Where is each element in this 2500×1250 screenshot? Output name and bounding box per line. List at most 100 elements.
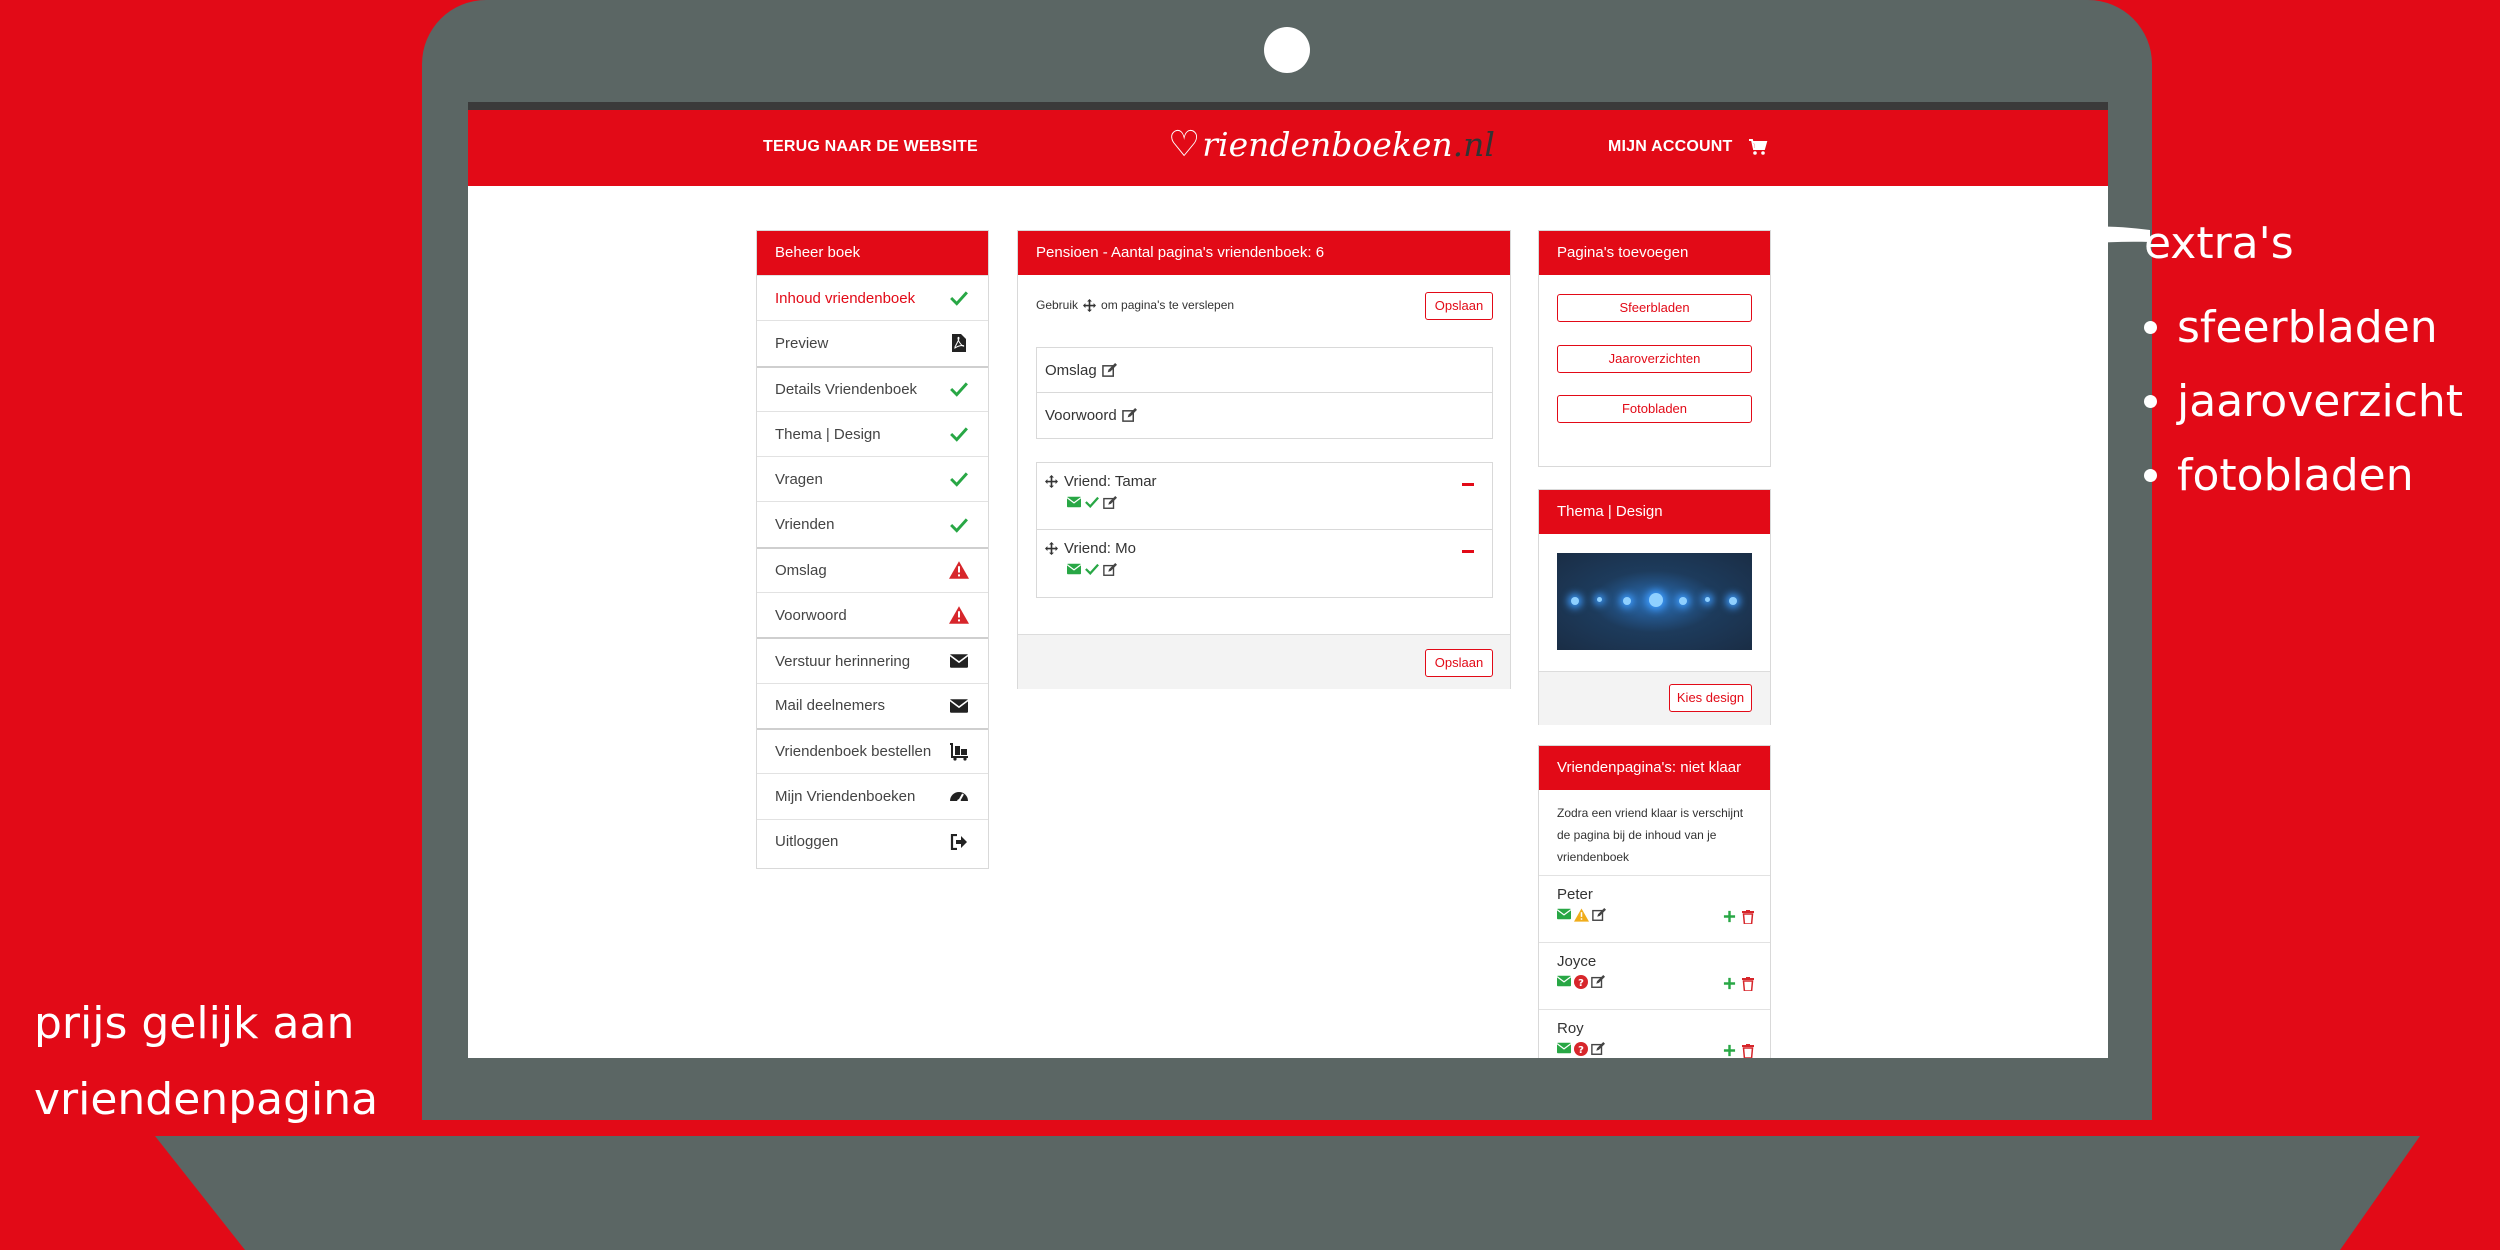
price-note: prijs gelijk aan vriendenpagina (34, 986, 378, 1138)
fixed-pages-list: Omslag Voorwoord (1036, 347, 1493, 439)
trash-icon[interactable] (1742, 977, 1754, 991)
friends-note: Zodra een vriend klaar is verschijnt de … (1539, 790, 1770, 876)
sparkle (1679, 597, 1687, 605)
add-icon[interactable] (1723, 910, 1736, 923)
menu-item-vriendenboek-bestellen[interactable]: Vriendenboek bestellen (757, 727, 988, 773)
edit-icon[interactable] (1591, 975, 1605, 989)
add-icon[interactable] (1723, 977, 1736, 990)
edit-icon[interactable] (1103, 496, 1117, 510)
friend-row-joyce: Joyce ? (1539, 943, 1770, 1010)
extras-item-label: jaaroverzicht (2177, 375, 2464, 427)
friend-pages-list: Vriend: Tamar Vriend: Mo (1036, 462, 1493, 598)
page-label: Omslag (1045, 361, 1097, 379)
trash-icon[interactable] (1742, 1044, 1754, 1058)
friend-page-label: Vriend: Mo (1064, 540, 1136, 557)
sparkle (1649, 593, 1663, 607)
luggage-cart-icon (948, 741, 970, 763)
extras-item: sfeerbladen (2144, 290, 2463, 364)
menu-item-details-vriendenboek[interactable]: Details Vriendenboek (757, 365, 988, 411)
friend-row-peter: Peter (1539, 876, 1770, 943)
friend-name: Joyce (1557, 953, 1597, 970)
save-button-bottom[interactable]: Opslaan (1425, 649, 1493, 677)
menu-title: Beheer boek (757, 231, 988, 275)
webcam (1264, 27, 1310, 73)
page-label: Voorwoord (1045, 407, 1117, 424)
menu-item-label: Verstuur herinnering (775, 652, 911, 670)
choose-design-button[interactable]: Kies design (1669, 684, 1752, 712)
site-logo[interactable]: ♡ riendenboeken .nl (1168, 124, 1495, 165)
edit-icon[interactable] (1591, 1042, 1605, 1056)
edit-icon[interactable] (1121, 408, 1137, 423)
sparkle (1597, 597, 1602, 602)
arrow-graphic (1780, 215, 2150, 340)
remove-page-icon[interactable] (1462, 550, 1474, 553)
menu-item-omslag[interactable]: Omslag (757, 546, 988, 592)
menu-item-inhoud-vriendenboek[interactable]: Inhoud vriendenboek (757, 275, 988, 320)
cart-icon[interactable] (1748, 137, 1768, 157)
edit-icon[interactable] (1101, 362, 1117, 378)
remove-page-icon[interactable] (1462, 483, 1474, 486)
envelope-icon (948, 650, 970, 672)
price-note-line-2: vriendenpagina (34, 1074, 379, 1125)
extras-item: fotobladen (2144, 438, 2463, 512)
menu-item-voorwoord[interactable]: Voorwoord (757, 592, 988, 637)
menu-item-verstuur-herinnering[interactable]: Verstuur herinnering (757, 637, 988, 682)
menu-item-uitloggen[interactable]: Uitloggen (757, 818, 988, 864)
envelope-icon (1557, 1042, 1571, 1054)
drag-hint-after: om pagina's te verslepen (1101, 298, 1235, 312)
menu-item-label: Inhoud vriendenboek (775, 289, 916, 307)
move-icon[interactable] (1045, 475, 1058, 488)
extras-list: sfeerbladen jaaroverzicht fotobladen (2144, 290, 2463, 512)
add-pages-panel: Pagina's toevoegen Sfeerbladen Jaaroverz… (1538, 230, 1771, 467)
svg-text:?: ? (1578, 1045, 1584, 1056)
extras-item: jaaroverzicht (2144, 364, 2463, 438)
bullet-icon (2144, 468, 2157, 482)
menu-item-thema-design[interactable]: Thema | Design (757, 410, 988, 456)
envelope-icon (1067, 496, 1081, 508)
theme-title: Thema | Design (1539, 490, 1770, 534)
theme-footer: Kies design (1539, 671, 1770, 725)
sparkle (1729, 597, 1737, 605)
friends-title: Vriendenpagina's: niet klaar (1539, 746, 1770, 790)
add-icon[interactable] (1723, 1044, 1736, 1057)
drag-hint-before: Gebruik (1036, 298, 1079, 312)
price-note-line-1: prijs gelijk aan (34, 998, 355, 1049)
check-icon (948, 378, 970, 400)
check-icon (1085, 563, 1099, 575)
friend-name: Roy (1557, 1020, 1584, 1037)
menu-item-label: Mijn Vriendenboeken (775, 787, 916, 805)
menu-item-mail-deelnemers[interactable]: Mail deelnemers (757, 682, 988, 728)
contents-title: Pensioen - Aantal pagina's vriendenboek:… (1018, 231, 1510, 275)
question-icon: ? (1574, 1042, 1588, 1056)
extras-item-label: sfeerbladen (2177, 301, 2438, 353)
add-jaaroverzichten-button[interactable]: Jaaroverzichten (1557, 345, 1752, 373)
menu-item-vrienden[interactable]: Vrienden (757, 501, 988, 546)
my-account-link[interactable]: MIJN ACCOUNT (1608, 138, 1732, 156)
screen-top-border (468, 102, 2108, 110)
menu-item-label: Preview (775, 334, 829, 352)
fixed-page-omslag: Omslag (1037, 348, 1492, 393)
book-contents-panel: Pensioen - Aantal pagina's vriendenboek:… (1017, 230, 1511, 689)
edit-icon[interactable] (1592, 908, 1606, 922)
menu-item-label: Vrienden (775, 516, 835, 534)
back-to-website-link[interactable]: TERUG NAAR DE WEBSITE (763, 138, 978, 156)
add-fotobladen-button[interactable]: Fotobladen (1557, 395, 1752, 423)
menu-item-preview[interactable]: Preview (757, 320, 988, 365)
menu-item-label: Vragen (775, 470, 823, 488)
sparkle (1623, 597, 1631, 605)
edit-icon[interactable] (1103, 563, 1117, 577)
extras-title: extra's (2144, 218, 2294, 269)
friend-page-mo[interactable]: Vriend: Mo (1037, 530, 1492, 597)
save-button-top[interactable]: Opslaan (1425, 292, 1493, 320)
add-sfeerbladen-button[interactable]: Sfeerbladen (1557, 294, 1752, 322)
laptop-base (155, 1136, 2420, 1250)
trash-icon[interactable] (1742, 910, 1754, 924)
bullet-icon (2144, 394, 2157, 408)
extras-item-label: fotobladen (2177, 449, 2414, 501)
friend-page-tamar[interactable]: Vriend: Tamar (1037, 463, 1492, 530)
contents-footer: Opslaan (1018, 634, 1510, 689)
menu-item-vragen[interactable]: Vragen (757, 456, 988, 501)
menu-item-mijn-vriendenboeken[interactable]: Mijn Vriendenboeken (757, 773, 988, 818)
move-icon[interactable] (1045, 542, 1058, 555)
warning-icon (1574, 908, 1589, 922)
